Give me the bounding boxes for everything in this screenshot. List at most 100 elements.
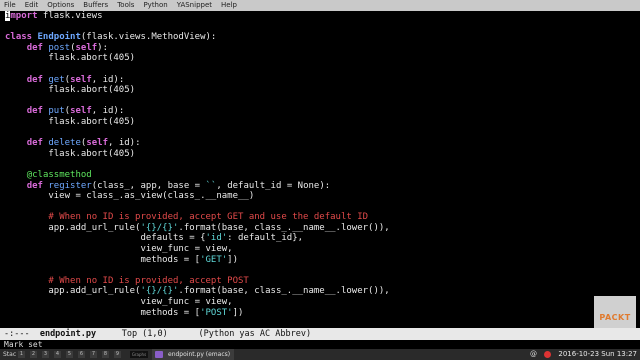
menu-help[interactable]: Help [221,0,237,11]
code-text: ]) [227,254,239,265]
code-line-17: def register(class_, app, base = ``, def… [0,181,640,192]
decorator: @classmethod [26,169,92,180]
desktop-9[interactable]: 9 [114,351,121,358]
self-param: self [70,74,92,85]
cursor-position: Top (1,0) [96,329,199,339]
params: ): [97,42,109,53]
code-line-29: methods = ['POST']) [0,308,640,319]
desktop-6[interactable]: 6 [78,351,85,358]
buffer-name[interactable]: endpoint.py [40,329,96,339]
string-literal: 'POST' [200,307,233,318]
code-line-26: # When no ID is provided, accept POST [0,276,640,287]
code-line-10: def put(self, id): [0,106,640,117]
code-line-24: methods = ['GET']) [0,255,640,266]
function-name: get [48,74,65,85]
at-icon: @ [530,350,537,358]
self-param: self [86,138,108,149]
workspace-label: Stac [3,351,17,358]
string-literal: '{}/{}' [140,222,179,233]
code-line-11: flask.abort(405) [5,116,136,127]
function-name: put [48,106,65,117]
function-name: register [48,180,92,191]
code-text: ]) [232,307,244,318]
menu-yasnippet[interactable]: YASnippet [177,0,212,11]
menu-buffers[interactable]: Buffers [83,0,108,11]
menu-options[interactable]: Options [47,0,74,11]
code-line-21: app.add_url_rule('{}/{}'.format(base, cl… [0,223,640,234]
code-line-4: def post(self): [0,43,640,54]
class-base: (flask.views.MethodView): [80,32,217,43]
code-text: defaults = { [5,233,206,244]
code-line-5: flask.abort(405) [5,53,136,64]
keyword-class: class [5,32,33,43]
major-minor-modes[interactable]: (Python yas AC Abbrev) [198,329,311,339]
emacs-icon [155,351,163,358]
desktop-4[interactable]: 4 [54,351,61,358]
code-text: methods = [ [5,307,201,318]
desktop-7[interactable]: 7 [90,351,97,358]
taskbar: Stac 1 2 3 4 5 6 7 8 9 Graphs endpoint.p… [0,349,640,360]
system-monitor-graph: Graphs [130,351,148,358]
menu-python[interactable]: Python [143,0,167,11]
function-name: delete [48,138,81,149]
code-line-3: class Endpoint(flask.views.MethodView): [0,32,640,43]
string-literal: `` [205,180,217,191]
code-line-23: view_func = view, [5,244,233,255]
keyword-import: mport [10,11,38,21]
code-line-16: @classmethod [0,170,640,181]
code-text: app.add_url_rule( [5,286,141,297]
menu-edit[interactable]: Edit [25,0,39,11]
self-param: self [70,106,92,117]
taskbar-window-emacs[interactable]: endpoint.py (emacs) [152,349,235,360]
keyword-def: def [26,180,43,191]
logo-text: PACKT [599,312,631,322]
params: , id): [108,138,141,149]
import-target: flask.views [37,11,103,21]
keyword-def: def [26,106,43,117]
notification-icon[interactable] [544,351,551,358]
keyword-def: def [26,138,43,149]
code-text: app.add_url_rule( [5,222,141,233]
params: (class_, app, base = [91,180,206,191]
minibuffer-message: Mark set [4,340,43,349]
code-line-8: flask.abort(405) [5,85,136,96]
desktop-2[interactable]: 2 [30,351,37,358]
class-name: Endpoint [37,32,81,43]
menu-file[interactable]: File [4,0,16,11]
code-line-13: def delete(self, id): [0,138,640,149]
desktop-1[interactable]: 1 [18,351,25,358]
code-text: methods = [ [5,254,201,265]
desktop-8[interactable]: 8 [102,351,109,358]
keyword-def: def [26,74,43,85]
string-literal: 'GET' [200,254,228,265]
code-text: .format(base, class_.__name__.lower()), [178,222,390,233]
code-line-20: # When no ID is provided, accept GET and… [0,212,640,223]
desktop-3[interactable]: 3 [42,351,49,358]
function-name: post [48,42,71,53]
params: , id): [91,106,125,117]
code-editor[interactable]: import flask.views class Endpoint(flask.… [0,11,640,328]
code-text: .format(base, class_.__name__.lower()), [178,286,390,297]
desktop-5[interactable]: 5 [66,351,73,358]
code-line-27: app.add_url_rule('{}/{}'.format(base, cl… [0,286,640,297]
code-comment: # When no ID is provided, accept GET and… [48,212,369,223]
code-line-1: import flask.views [0,11,640,22]
code-text: : default_id}, [227,233,304,244]
code-line-18: view = class_.as_view(class_.__name__) [5,191,255,202]
clock: 2016-10-23 Sun 13:27 [558,350,637,358]
self-param: self [75,42,98,53]
keyword-def: def [26,42,43,53]
buffer-status: -:--- [4,329,40,339]
code-comment: # When no ID is provided, accept POST [48,275,249,286]
mode-line: -:--- endpoint.py Top (1,0) (Python yas … [0,328,640,340]
minibuffer[interactable]: Mark set [0,340,640,349]
menu-tools[interactable]: Tools [117,0,134,11]
params-rest: , default_id = None): [216,180,331,191]
code-line-28: view_func = view, [5,297,233,308]
